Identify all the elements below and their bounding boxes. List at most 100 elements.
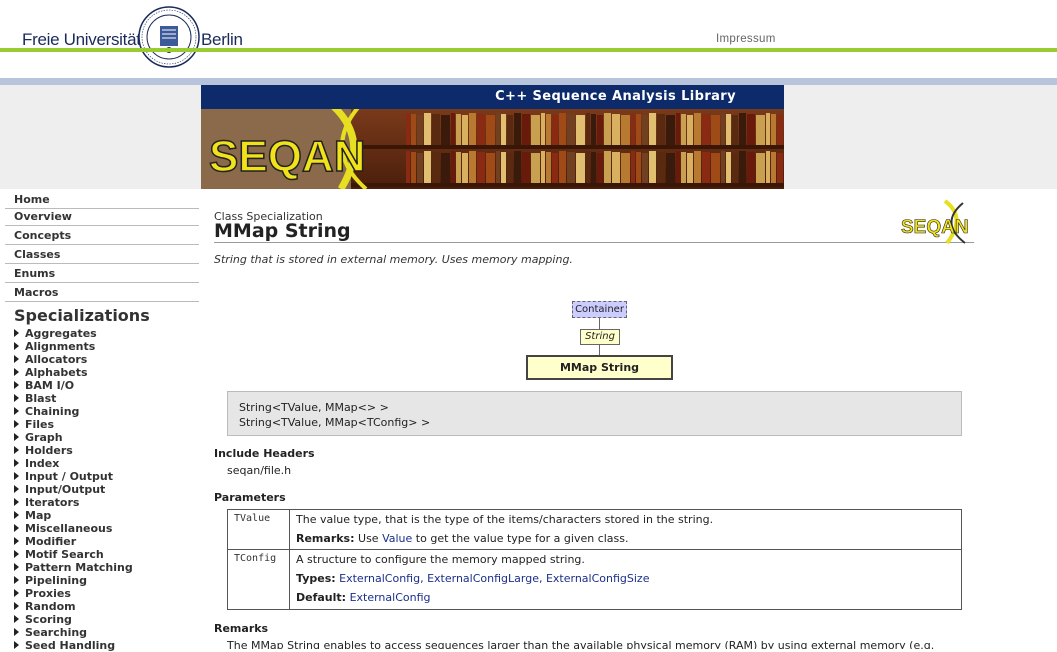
impressum-link[interactable]: Impressum [716, 33, 776, 45]
triangle-right-icon [14, 420, 19, 428]
svg-text:SEQAN: SEQAN [901, 217, 969, 238]
diagram-connector [599, 318, 600, 329]
parameters-table: TValue The value type, that is the type … [227, 509, 962, 610]
triangle-right-icon [14, 563, 19, 571]
triangle-right-icon [14, 537, 19, 545]
sidebar-spec-item[interactable]: Scoring [14, 613, 72, 626]
sidebar-spec-item[interactable]: Input/Output [14, 483, 105, 496]
seqan-logo-icon: SEQAN [901, 199, 969, 245]
default-config-link[interactable]: ExternalConfig [350, 591, 431, 604]
param-types: Types: ExternalConfig, ExternalConfigLar… [296, 572, 650, 585]
class-description: String that is stored in external memory… [214, 253, 573, 266]
sidebar-item-classes[interactable]: Classes [5, 246, 199, 264]
sidebar-spec-item[interactable]: Allocators [14, 353, 87, 366]
include-header-value: seqan/file.h [227, 464, 292, 477]
sidebar-spec-item[interactable]: Pattern Matching [14, 561, 133, 574]
triangle-right-icon [14, 511, 19, 519]
banner-title-bar: C++ Sequence Analysis Library [201, 85, 784, 109]
triangle-right-icon [14, 485, 19, 493]
sidebar-spec-item[interactable]: Motif Search [14, 548, 104, 561]
sidebar-spec-item[interactable]: Pipelining [14, 574, 87, 587]
sidebar-spec-item[interactable]: Proxies [14, 587, 71, 600]
sidebar-spec-item[interactable]: Modifier [14, 535, 76, 548]
sidebar-item-overview[interactable]: Overview [5, 208, 199, 226]
param-description: A structure to configure the memory mapp… [296, 553, 585, 566]
value-link[interactable]: Value [382, 532, 412, 545]
banner-image: SEQAN [201, 109, 784, 189]
sidebar-spec-item[interactable]: Chaining [14, 405, 79, 418]
triangle-right-icon [14, 641, 19, 649]
signature-box: String<TValue, MMap<> > String<TValue, M… [227, 391, 962, 436]
sidebar-spec-item[interactable]: Searching [14, 626, 87, 639]
triangle-right-icon [14, 524, 19, 532]
sidebar-spec-item[interactable]: Files [14, 418, 54, 431]
university-header: Freie Universität Berlin Impressum [0, 0, 1057, 85]
triangle-right-icon [14, 589, 19, 597]
sidebar-spec-item[interactable]: Aggregates [14, 327, 97, 340]
sidebar-spec-item[interactable]: BAM I/O [14, 379, 74, 392]
include-headers-heading: Include Headers [214, 447, 315, 460]
diagram-container-node[interactable]: Container [572, 301, 627, 318]
triangle-right-icon [14, 459, 19, 467]
triangle-right-icon [14, 329, 19, 337]
sidebar-spec-item[interactable]: Random [14, 600, 76, 613]
diagram-mmap-node: MMap String [526, 355, 673, 380]
param-name: TValue [228, 510, 290, 549]
header-divider-blue [0, 78, 1057, 85]
sidebar-item-home[interactable]: Home [5, 191, 199, 209]
signature-line: String<TValue, MMap<> > [239, 401, 389, 414]
signature-line: String<TValue, MMap<TConfig> > [239, 416, 431, 429]
param-name: TConfig [228, 550, 290, 610]
parameters-heading: Parameters [214, 491, 286, 504]
remarks-heading: Remarks [214, 622, 269, 635]
sidebar-spec-item[interactable]: Graph [14, 431, 63, 444]
university-name-left: Freie Universität [22, 30, 141, 49]
sidebar-spec-item[interactable]: Blast [14, 392, 56, 405]
diagram-connector [599, 345, 600, 355]
triangle-right-icon [14, 342, 19, 350]
triangle-right-icon [14, 602, 19, 610]
sidebar-spec-item[interactable]: Miscellaneous [14, 522, 112, 535]
main-content: Class Specialization MMap String SEQAN S… [201, 189, 1057, 649]
specializations-heading: Specializations [14, 306, 150, 325]
sidebar-item-macros[interactable]: Macros [5, 284, 199, 302]
triangle-right-icon [14, 550, 19, 558]
triangle-right-icon [14, 355, 19, 363]
table-row: TValue The value type, that is the type … [228, 510, 961, 550]
sidebar-item-enums[interactable]: Enums [5, 265, 199, 283]
triangle-right-icon [14, 407, 19, 415]
sidebar: Home Overview Concepts Classes Enums Mac… [0, 189, 201, 652]
sidebar-spec-item[interactable]: Seed Handling [14, 639, 115, 652]
triangle-right-icon [14, 576, 19, 584]
banner-title: C++ Sequence Analysis Library [495, 89, 736, 104]
triangle-right-icon [14, 433, 19, 441]
param-default: Default: ExternalConfig [296, 591, 431, 604]
triangle-right-icon [14, 446, 19, 454]
sidebar-item-concepts[interactable]: Concepts [5, 227, 199, 245]
page-title: MMap String [214, 220, 351, 242]
triangle-right-icon [14, 628, 19, 636]
config-types-links[interactable]: ExternalConfig, ExternalConfigLarge, Ext… [339, 572, 649, 585]
university-name-right: Berlin [201, 30, 243, 49]
title-divider [214, 242, 974, 243]
triangle-right-icon [14, 472, 19, 480]
sidebar-spec-item[interactable]: Alignments [14, 340, 95, 353]
header-divider-green [0, 48, 1057, 52]
diagram-string-node[interactable]: String [580, 329, 620, 345]
sidebar-spec-item[interactable]: Index [14, 457, 59, 470]
param-description: The value type, that is the type of the … [296, 513, 714, 526]
sidebar-spec-item[interactable]: Iterators [14, 496, 79, 509]
sidebar-spec-item[interactable]: Map [14, 509, 51, 522]
university-seal-icon[interactable] [138, 6, 200, 68]
triangle-right-icon [14, 394, 19, 402]
triangle-right-icon [14, 368, 19, 376]
seqan-logo-text: SEQAN [209, 132, 365, 181]
triangle-right-icon [14, 498, 19, 506]
triangle-right-icon [14, 381, 19, 389]
remarks-text: The MMap String enables to access sequen… [227, 639, 935, 649]
sidebar-spec-item[interactable]: Holders [14, 444, 73, 457]
triangle-right-icon [14, 615, 19, 623]
table-row: TConfig A structure to configure the mem… [228, 550, 961, 610]
sidebar-spec-item[interactable]: Alphabets [14, 366, 88, 379]
sidebar-spec-item[interactable]: Input / Output [14, 470, 113, 483]
